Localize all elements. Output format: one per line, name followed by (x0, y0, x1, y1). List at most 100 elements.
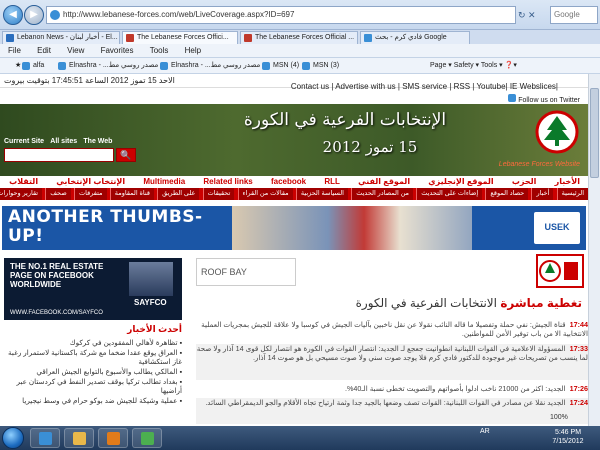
list-item[interactable]: ▪ المالكي يطالب والأسبوع بالتوابع الجيش … (4, 367, 182, 376)
radio-the-web[interactable]: The Web (83, 138, 112, 145)
taskbar-ie-icon[interactable] (30, 428, 60, 448)
news-text: الجديد نقلا عن مصادر في القوات اللبنانية… (205, 398, 566, 407)
tower-image (129, 262, 173, 296)
taskbar-messenger-icon[interactable] (132, 428, 162, 448)
nav-item[interactable]: الموقع الإنجليزي (428, 177, 493, 186)
scrollbar-thumb[interactable] (590, 88, 599, 178)
subnav-item[interactable]: قناة المقاومة (109, 188, 154, 200)
nav-item[interactable]: الموقع الفني (358, 177, 410, 186)
site-search-input[interactable] (4, 148, 114, 162)
list-item[interactable]: ▪ تظاهرة لأهالي المفقودين في كركوك (4, 338, 182, 347)
fav-elnashra-2[interactable]: Elnashra - ...مصدر روسي مط (160, 58, 260, 73)
subnav-item[interactable]: صحف (45, 188, 71, 200)
news-item[interactable]: 17:26الجديد: اكثر من 21000 ناخب ادلوا بأ… (196, 384, 588, 396)
fav-msn-3[interactable]: MSN (3) (302, 58, 339, 73)
tab-google-search[interactable]: فادي كرم - بحث Google (360, 31, 470, 44)
ie-page-icon (50, 10, 60, 20)
lf-tv-logo (536, 254, 584, 288)
search-input[interactable]: Google (550, 6, 598, 24)
news-text: قناة الجيش: نفي حملة وتفصيلا ما قاله الن… (201, 320, 588, 338)
news-time: 17:26 (569, 384, 588, 393)
nav-item[interactable]: Related links (203, 177, 252, 186)
clock-time: 5:46 PM (554, 429, 582, 436)
tab-lebanon-news[interactable]: Lebanon News - أخبار لبنان - El... (2, 31, 120, 44)
taskbar-explorer-icon[interactable] (64, 428, 94, 448)
back-button[interactable]: ◀ (3, 5, 23, 25)
start-button[interactable] (2, 427, 24, 449)
list-item[interactable]: ▪ بغداد تطالب تركيا بوقف تصدير النفط في … (4, 377, 182, 395)
subnav-item[interactable]: الرئيسية (556, 188, 588, 200)
subnav-item[interactable]: من المصادر الحديث (351, 188, 414, 200)
nav-item[interactable]: الأخبار (555, 177, 580, 186)
banner-label: Lebanese Forces Website (498, 161, 580, 168)
radio-all-sites[interactable]: All sites (50, 138, 77, 145)
tab-favicon (126, 34, 134, 42)
tab-label: Lebanon News - أخبار لبنان - El... (17, 34, 118, 41)
radio-current-site[interactable]: Current Site (4, 138, 44, 145)
menu-help[interactable]: Help (185, 46, 201, 55)
taskbar-media-icon[interactable] (98, 428, 128, 448)
news-time: 17:24 (569, 398, 588, 407)
twitter-icon (508, 94, 517, 102)
language-indicator[interactable]: AR (480, 428, 490, 435)
news-item[interactable]: 17:24الجديد نقلا عن مصادر في القوات اللب… (196, 398, 588, 424)
refresh-stop-buttons[interactable]: ↻ ✕ (518, 6, 548, 24)
subnav-item[interactable]: أخبار (531, 188, 554, 200)
subnav-item[interactable]: تقارير وحوارات (0, 188, 43, 200)
subnav-item[interactable]: مقالات من القراء (237, 188, 293, 200)
subnav-item[interactable]: متفرقات (73, 188, 107, 200)
ad-headline: ANOTHER THUMBS-UP! (8, 207, 203, 246)
tab-lebanese-forces-2[interactable]: The Lebanese Forces Official ... (240, 31, 358, 44)
site-search-button[interactable]: 🔍 (116, 148, 136, 162)
nav-item[interactable]: Multimedia (143, 177, 185, 186)
zoom-level[interactable]: 100% (550, 414, 568, 421)
favorites-bar: ★ alfa Elnashra - ...مصدر روسي مط Elnash… (0, 58, 600, 74)
tab-label: فادي كرم - بحث Google (375, 34, 447, 41)
fav-alfa[interactable]: alfa (22, 58, 44, 73)
favorites-star-icon[interactable]: ★ (4, 58, 21, 73)
tab-lebanese-forces-1[interactable]: The Lebanese Forces Offici... (122, 31, 238, 44)
nav-item[interactable]: facebook (271, 177, 306, 186)
search-placeholder: Google (554, 10, 580, 19)
follow-twitter-link[interactable]: Follow us on Twitter (508, 94, 580, 104)
nav-item[interactable]: الحزب (512, 177, 537, 186)
clock[interactable]: 5:46 PM 7/15/2012 (548, 428, 588, 446)
fav-elnashra-1[interactable]: Elnashra - ...مصدر روسي مط (58, 58, 159, 73)
web-page: الاحد 15 تموز 2012 الساعة 17:45:51 بتوقي… (0, 74, 588, 426)
list-item[interactable]: ▪ العراق يوقع عقدا ضخما مع شركة باكستاني… (4, 348, 182, 366)
address-bar: ◀ ▶ http://www.lebanese-forces.com/web/L… (0, 0, 600, 30)
nav-item[interactable]: التقلاب (9, 177, 38, 186)
roofbay-ad[interactable]: ROOF BAY (196, 258, 296, 286)
fav-icon (22, 62, 30, 70)
subnav-item[interactable]: على الطريق (157, 188, 200, 200)
subnav-item[interactable]: حصاد الموقع (485, 188, 529, 200)
subnav-item[interactable]: تحقيقات (202, 188, 235, 200)
fav-msn-4[interactable]: MSN (4) (262, 58, 299, 73)
vertical-scrollbar[interactable] (588, 74, 600, 426)
url-field[interactable]: http://www.lebanese-forces.com/web/LiveC… (46, 6, 516, 24)
usek-ad-banner[interactable]: ANOTHER THUMBS-UP! USEK (2, 206, 586, 250)
menu-file[interactable]: File (8, 46, 21, 55)
site-search: Current Site All sites The Web 🔍 (4, 136, 139, 172)
tab-label: The Lebanese Forces Offici... (137, 34, 229, 41)
forward-button[interactable]: ▶ (24, 5, 44, 25)
menu-bar: File Edit View Favorites Tools Help (0, 44, 600, 58)
menu-tools[interactable]: Tools (150, 46, 169, 55)
news-time: 17:44 (569, 320, 588, 329)
nav-item[interactable]: الإنتخاب الإنتخابي (56, 177, 125, 186)
nav-item[interactable]: RLL (324, 177, 340, 186)
tab-favicon (244, 34, 252, 42)
list-item[interactable]: ▪ عملية وشيكة للجيش ضد بوكو حرام في وسط … (4, 396, 182, 405)
command-bar[interactable]: Page ▾ Safety ▾ Tools ▾ ❓▾ (430, 58, 517, 73)
fav-label: Elnashra - ...مصدر روسي مط (69, 62, 159, 69)
menu-view[interactable]: View (67, 46, 84, 55)
menu-edit[interactable]: Edit (37, 46, 51, 55)
contact-links[interactable]: Contact us | Advertise with us | SMS ser… (291, 82, 558, 91)
follow-twitter-label: Follow us on Twitter (518, 97, 580, 104)
sayfco-ad[interactable]: THE NO.1 REAL ESTATE PAGE ON FACEBOOK WO… (4, 258, 182, 320)
menu-favorites[interactable]: Favorites (101, 46, 134, 55)
news-item[interactable]: 17:44قناة الجيش: نفي حملة وتفصيلا ما قال… (196, 320, 588, 342)
subnav-item[interactable]: إضاءات على التحديث (416, 188, 483, 200)
subnav-item[interactable]: السياسة الحزبية (295, 188, 348, 200)
news-item[interactable]: 17:33المسؤولة الاعلامية في القوات اللبنا… (196, 344, 588, 380)
